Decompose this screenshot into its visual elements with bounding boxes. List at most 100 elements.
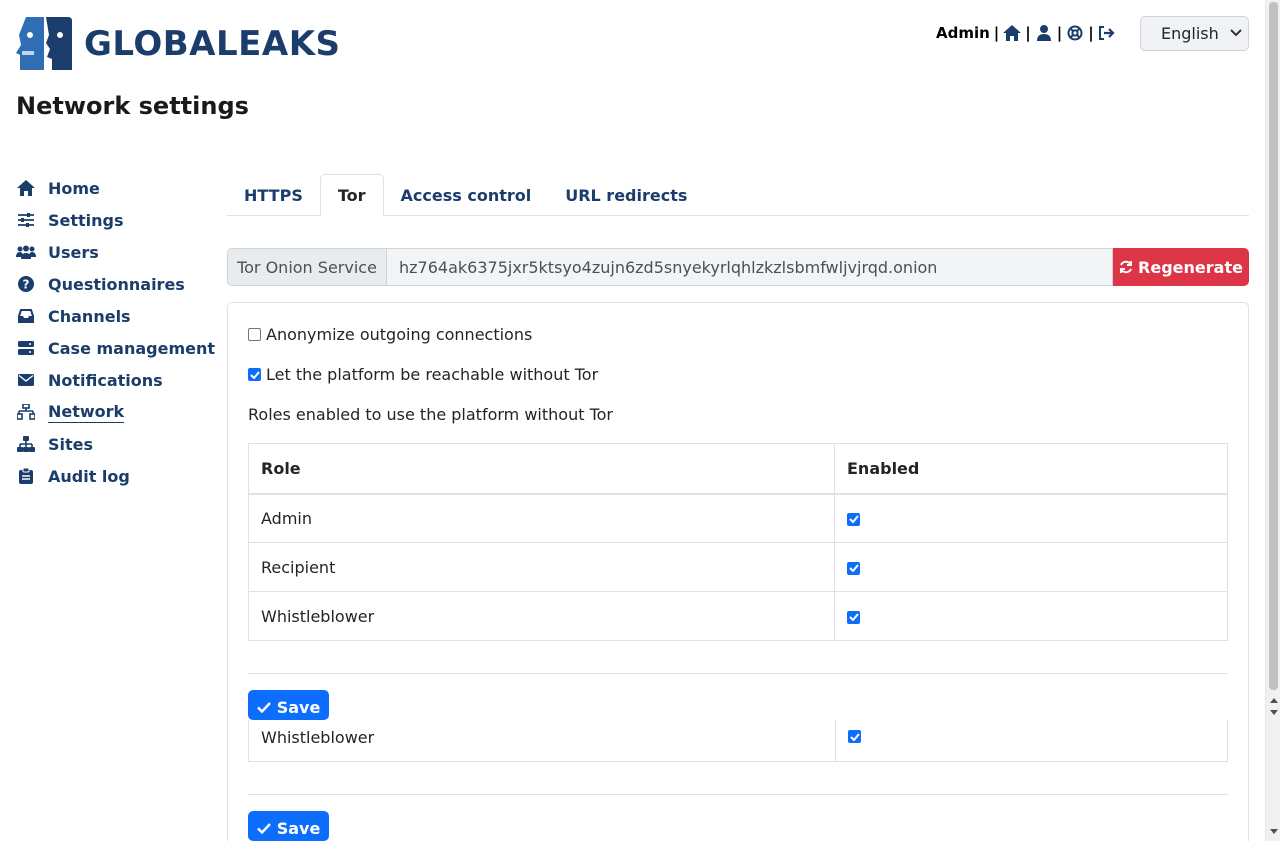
home-icon — [16, 179, 36, 197]
sidebar-item-audit-log[interactable]: Audit log — [16, 460, 216, 492]
check-icon — [848, 613, 859, 621]
sidebar-item-label: Settings — [48, 210, 124, 230]
sidebar-item-settings[interactable]: Settings — [16, 204, 216, 236]
sidebar-item-label: Network — [48, 401, 125, 423]
chevron-down-icon — [1230, 29, 1242, 37]
table-header-row: Role Enabled — [248, 443, 1228, 495]
language-select[interactable]: English — [1140, 16, 1249, 51]
enabled-cell — [834, 591, 1228, 641]
check-icon — [848, 564, 859, 572]
sidebar-item-channels[interactable]: Channels — [16, 300, 216, 332]
role-enabled-checkbox[interactable] — [848, 730, 861, 743]
sidebar-item-label: Channels — [48, 306, 131, 326]
save-button[interactable]: Save — [248, 690, 329, 720]
divider — [248, 673, 1228, 674]
sidebar: Home Settings Users ? Questionnaires Cha… — [16, 172, 216, 492]
anonymize-option: Anonymize outgoing connections — [248, 325, 532, 344]
save-label: Save — [276, 818, 321, 838]
page-title: Network settings — [16, 92, 249, 120]
anonymize-label: Anonymize outgoing connections — [266, 325, 533, 344]
column-header-role: Role — [248, 443, 835, 495]
server-icon — [16, 339, 36, 357]
home-icon[interactable] — [1003, 24, 1022, 42]
sidebar-item-label: Questionnaires — [48, 274, 185, 294]
check-icon — [849, 732, 860, 741]
reachable-checkbox[interactable] — [248, 368, 261, 381]
question-icon: ? — [16, 275, 36, 293]
save-label: Save — [276, 697, 321, 717]
nav-separator: | — [993, 24, 1000, 42]
tab-tor[interactable]: Tor — [319, 174, 384, 217]
sidebar-item-questionnaires[interactable]: ? Questionnaires — [16, 268, 216, 300]
enabled-cell — [834, 493, 1228, 543]
globaleaks-logo-icon — [16, 17, 72, 70]
settings-tabs: HTTPS Tor Access control URL redirects — [227, 174, 1249, 217]
sidebar-item-case-management[interactable]: Case management — [16, 332, 216, 364]
envelope-icon — [16, 371, 36, 389]
roles-table: Role Enabled Admin Recipient Whistleblow… — [248, 443, 1228, 641]
regenerate-button[interactable]: Regenerate — [1113, 248, 1249, 286]
tab-url-redirects[interactable]: URL redirects — [548, 174, 704, 216]
column-header-enabled: Enabled — [834, 443, 1228, 495]
brand-logo[interactable]: GLOBALEAKS — [16, 15, 341, 72]
reachable-option: Let the platform be reachable without To… — [248, 365, 598, 384]
inbox-icon — [16, 307, 36, 325]
clipboard-icon — [16, 467, 36, 485]
roles-caption: Roles enabled to use the platform withou… — [248, 405, 613, 424]
support-icon[interactable] — [1066, 24, 1084, 42]
table-row: Admin — [248, 493, 1228, 543]
role-cell: Whistleblower — [248, 591, 835, 641]
save-button[interactable]: Save — [248, 811, 329, 841]
check-icon — [256, 822, 271, 834]
language-selected: English — [1161, 24, 1219, 43]
enabled-cell — [834, 542, 1228, 592]
sidebar-item-label: Case management — [48, 338, 216, 358]
refresh-icon — [1120, 260, 1133, 274]
sidebar-item-network[interactable]: Network — [16, 396, 216, 428]
nav-separator: | — [1088, 24, 1094, 42]
role-enabled-checkbox[interactable] — [847, 610, 860, 624]
sidebar-item-sites[interactable]: Sites — [16, 428, 216, 460]
sidebar-item-notifications[interactable]: Notifications — [16, 364, 216, 396]
svg-text:?: ? — [23, 278, 30, 292]
scrollbar-thumb[interactable] — [1269, 2, 1278, 690]
column-divider — [835, 720, 836, 762]
sidebar-item-label: Notifications — [48, 370, 163, 390]
divider — [248, 794, 1228, 795]
tab-https[interactable]: HTTPS — [227, 174, 320, 216]
sidebar-item-users[interactable]: Users — [16, 236, 216, 268]
anonymize-checkbox[interactable] — [248, 328, 261, 341]
role-cell: Admin — [248, 493, 835, 543]
vertical-scrollbar[interactable] — [1265, 0, 1280, 841]
onion-address-field[interactable]: hz764ak6375jxr5ktsyo4zujn6zd5snyekyrlqhl… — [387, 248, 1113, 286]
reachable-label: Let the platform be reachable without To… — [266, 365, 599, 384]
check-icon — [249, 370, 260, 379]
table-row: Recipient — [248, 542, 1228, 592]
brand-name: GLOBALEAKS — [84, 23, 341, 64]
scroll-down-arrow-icon[interactable] — [1270, 829, 1278, 834]
sidebar-item-label: Sites — [48, 434, 94, 454]
sitemap-icon — [16, 435, 36, 453]
scroll-down-arrow-icon[interactable] — [1270, 710, 1278, 715]
role-enabled-checkbox[interactable] — [847, 512, 860, 526]
tab-access-control[interactable]: Access control — [384, 174, 549, 216]
onion-service-label: Tor Onion Service — [227, 248, 387, 286]
user-icon[interactable] — [1035, 24, 1053, 42]
logout-icon[interactable] — [1098, 24, 1116, 42]
nav-separator: | — [1056, 24, 1063, 42]
user-nav: Admin | | | | — [936, 23, 1116, 43]
sliders-icon — [16, 211, 36, 229]
role-cell: Whistleblower — [261, 728, 375, 747]
sidebar-item-label: Users — [48, 242, 99, 262]
table-row: Whistleblower — [248, 720, 1228, 762]
scroll-up-arrow-icon[interactable] — [1270, 698, 1278, 703]
nav-separator: | — [1025, 24, 1031, 42]
role-cell: Recipient — [248, 542, 835, 592]
network-icon — [16, 403, 36, 421]
onion-service-group: Tor Onion Service hz764ak6375jxr5ktsyo4z… — [227, 248, 1249, 286]
sidebar-item-home[interactable]: Home — [16, 172, 216, 204]
table-row: Whistleblower — [248, 591, 1228, 641]
role-enabled-checkbox[interactable] — [847, 561, 860, 575]
regenerate-label: Regenerate — [1138, 257, 1243, 277]
sidebar-item-label: Audit log — [48, 466, 130, 486]
